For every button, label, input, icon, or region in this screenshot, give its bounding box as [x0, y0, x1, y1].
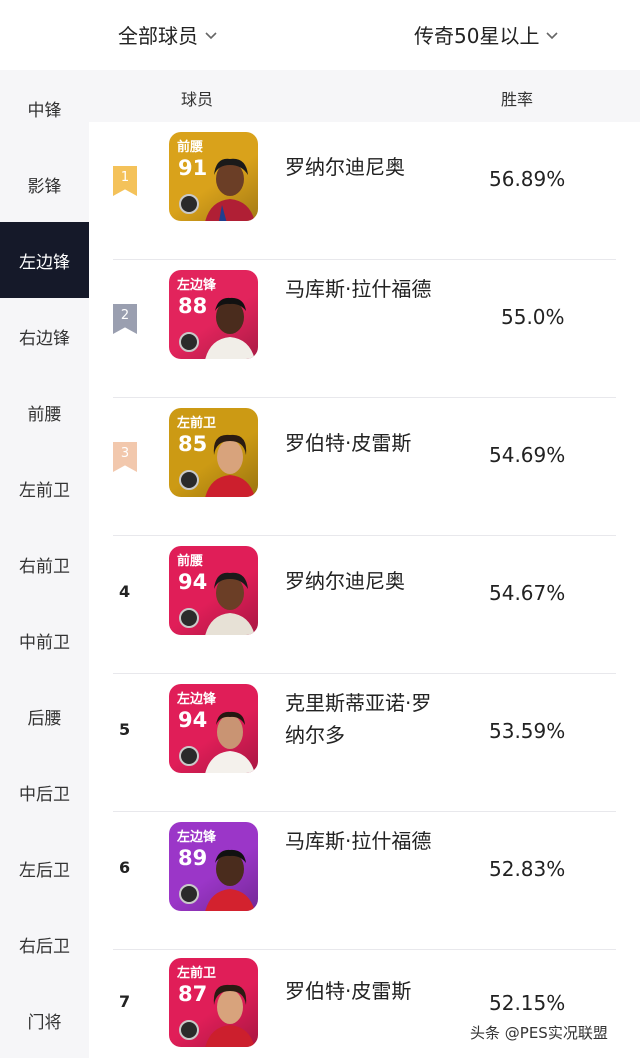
card-position: 左前卫: [177, 416, 217, 431]
player-scope-dropdown[interactable]: 全部球员: [118, 20, 218, 49]
rank-number: 1: [120, 170, 130, 185]
card-position: 前腰: [177, 140, 204, 155]
player-card[interactable]: 左前卫 87: [169, 958, 258, 1047]
rank-badge-silver: 2: [113, 304, 137, 334]
sidebar-item-cb[interactable]: 中后卫: [0, 754, 89, 830]
win-rate-value: 54.69%: [489, 443, 566, 467]
player-card[interactable]: 前腰 91: [169, 132, 258, 221]
card-position: 左边锋: [177, 278, 217, 293]
table-header: 球员 胜率: [89, 70, 640, 122]
win-rate-value: 56.89%: [489, 167, 566, 191]
player-name: 罗伯特·皮雷斯: [285, 431, 412, 455]
sidebar-item-rb[interactable]: 右后卫: [0, 906, 89, 982]
card-tier-dropdown[interactable]: 传奇50星以上: [414, 20, 559, 49]
player-name: 罗纳尔迪尼奥: [285, 569, 405, 593]
sidebar-item-lmf[interactable]: 左前卫: [0, 450, 89, 526]
top-filter-bar: 全部球员 传奇50星以上: [0, 0, 640, 70]
rank-number: 3: [120, 446, 130, 461]
chevron-down-icon: [205, 31, 217, 39]
sidebar-item-lwf[interactable]: 左边锋: [0, 222, 89, 298]
player-name: 马库斯·拉什福德: [285, 829, 432, 853]
club-badge-icon: [179, 194, 199, 214]
player-card[interactable]: 左边锋 89: [169, 822, 258, 911]
player-portrait-icon: [205, 434, 255, 497]
player-card[interactable]: 前腰 94: [169, 546, 258, 635]
rank-number: 6: [119, 858, 131, 877]
player-portrait-icon: [205, 158, 255, 221]
rank-number: 4: [119, 582, 131, 601]
win-rate-value: 52.15%: [489, 991, 566, 1015]
club-badge-icon: [179, 332, 199, 352]
table-row[interactable]: 4 前腰 94 罗纳尔迪尼奥 54.67%: [89, 536, 640, 674]
chevron-down-icon: [546, 31, 559, 39]
win-rate-value: 53.59%: [489, 719, 566, 743]
table-row[interactable]: 6 左边锋 89 马库斯·拉什福德 52.83%: [89, 812, 640, 950]
rank-badge-gold: 1: [113, 166, 137, 196]
club-badge-icon: [179, 470, 199, 490]
sidebar-item-rmf[interactable]: 右前卫: [0, 526, 89, 602]
rank-number: 2: [120, 308, 130, 323]
ranking-list: 球员 胜率 1 前腰 91 罗纳尔迪尼奥 56.89% 2 左边锋 88 马库斯…: [89, 70, 640, 1058]
club-badge-icon: [179, 1020, 199, 1040]
player-name: 克里斯蒂亚诺·罗纳尔多: [285, 691, 432, 747]
player-portrait-icon: [205, 849, 255, 911]
position-sidebar: 中锋 影锋 左边锋 右边锋 前腰 左前卫 右前卫 中前卫 后腰 中后卫 左后卫 …: [0, 70, 89, 1058]
sidebar-item-cmf[interactable]: 中前卫: [0, 602, 89, 678]
sidebar-item-rwf[interactable]: 右边锋: [0, 298, 89, 374]
rank-badge-bronze: 3: [113, 442, 137, 472]
sidebar-item-ss[interactable]: 影锋: [0, 146, 89, 222]
player-portrait-icon: [205, 572, 255, 635]
sidebar-item-amf[interactable]: 前腰: [0, 374, 89, 450]
club-badge-icon: [179, 884, 199, 904]
win-rate-value: 54.67%: [489, 581, 566, 605]
player-portrait-icon: [205, 297, 255, 359]
card-position: 左边锋: [177, 830, 217, 845]
club-badge-icon: [179, 746, 199, 766]
player-card[interactable]: 左边锋 88: [169, 270, 258, 359]
sidebar-item-lb[interactable]: 左后卫: [0, 830, 89, 906]
sidebar-item-gk[interactable]: 门将: [0, 982, 89, 1058]
rank-number: 5: [119, 720, 131, 739]
player-card[interactable]: 左前卫 85: [169, 408, 258, 497]
win-rate-value: 52.83%: [489, 857, 566, 881]
player-name: 罗伯特·皮雷斯: [285, 979, 412, 1003]
club-badge-icon: [179, 608, 199, 628]
column-header-player: 球员: [181, 90, 214, 109]
rank-number: 7: [119, 992, 131, 1011]
card-position: 左边锋: [177, 692, 217, 707]
sidebar-item-st[interactable]: 中锋: [0, 70, 89, 146]
table-row[interactable]: 5 左边锋 94 克里斯蒂亚诺·罗纳尔多 53.59%: [89, 674, 640, 812]
card-tier-label: 传奇50星以上: [414, 24, 540, 48]
card-position: 左前卫: [177, 966, 217, 981]
player-portrait-icon: [205, 984, 255, 1047]
player-portrait-icon: [205, 711, 255, 773]
sidebar-item-dmf[interactable]: 后腰: [0, 678, 89, 754]
win-rate-value: 55.0%: [501, 305, 565, 329]
player-scope-label: 全部球员: [118, 24, 198, 48]
card-position: 前腰: [177, 554, 204, 569]
watermark: 头条 @PES实况联盟: [470, 1024, 608, 1042]
player-name: 罗纳尔迪尼奥: [285, 155, 405, 179]
table-row[interactable]: 3 左前卫 85 罗伯特·皮雷斯 54.69%: [89, 398, 640, 536]
player-name: 马库斯·拉什福德: [285, 277, 432, 301]
table-row[interactable]: 1 前腰 91 罗纳尔迪尼奥 56.89%: [89, 122, 640, 260]
column-header-win-rate: 胜率: [501, 90, 534, 109]
player-card[interactable]: 左边锋 94: [169, 684, 258, 773]
table-row[interactable]: 2 左边锋 88 马库斯·拉什福德 55.0%: [89, 260, 640, 398]
